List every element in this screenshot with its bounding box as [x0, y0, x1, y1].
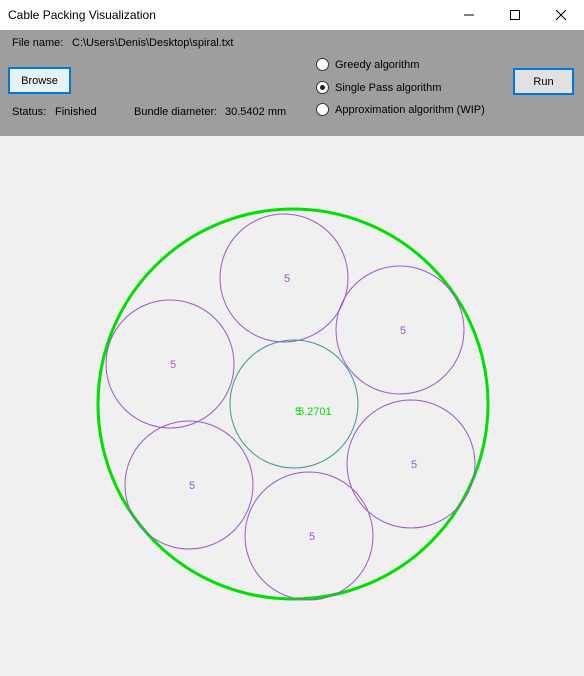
browse-button[interactable]: Browse [8, 67, 71, 94]
file-name-label: File name: [12, 37, 64, 49]
close-button[interactable] [538, 0, 584, 30]
control-panel: File name: C:\Users\Denis\Desktop\spiral… [0, 30, 584, 136]
maximize-button[interactable] [492, 0, 538, 30]
title-bar: Cable Packing Visualization [0, 0, 584, 30]
radio-label[interactable]: Single Pass algorithm [335, 82, 441, 94]
minimize-icon [464, 14, 474, 16]
cable-label: 5 [284, 273, 290, 285]
bundle-diameter-annotation: 5.2701 [298, 406, 332, 418]
radio-button[interactable] [316, 103, 329, 116]
visualization-canvas: 555555 5 5.2701 [0, 136, 584, 673]
packing-drawing: 555555 5 5.2701 [96, 207, 490, 601]
cable-label: 5 [400, 325, 406, 337]
radio-label[interactable]: Greedy algorithm [335, 59, 419, 71]
maximize-icon [510, 10, 520, 20]
bundle-diameter-label: Bundle diameter: [134, 106, 218, 118]
file-path: C:\Users\Denis\Desktop\spiral.txt [72, 37, 234, 49]
close-icon [555, 9, 567, 21]
radio-selected-dot [320, 85, 325, 90]
status-value: Finished [55, 106, 97, 118]
window-title: Cable Packing Visualization [8, 8, 156, 22]
cable-label: 5 [189, 480, 195, 492]
cable-label: 5 [309, 531, 315, 543]
minimize-button[interactable] [446, 0, 492, 30]
radio-label[interactable]: Approximation algorithm (WIP) [335, 104, 485, 116]
status-label: Status: [12, 106, 47, 118]
center-cable-circle [229, 339, 359, 469]
cable-label: 5 [411, 459, 417, 471]
cable-label: 5 [170, 359, 176, 371]
radio-button[interactable] [316, 58, 329, 71]
run-button[interactable]: Run [513, 68, 574, 95]
bundle-diameter-value: 30.5402 mm [225, 106, 287, 118]
radio-button[interactable] [316, 81, 329, 94]
